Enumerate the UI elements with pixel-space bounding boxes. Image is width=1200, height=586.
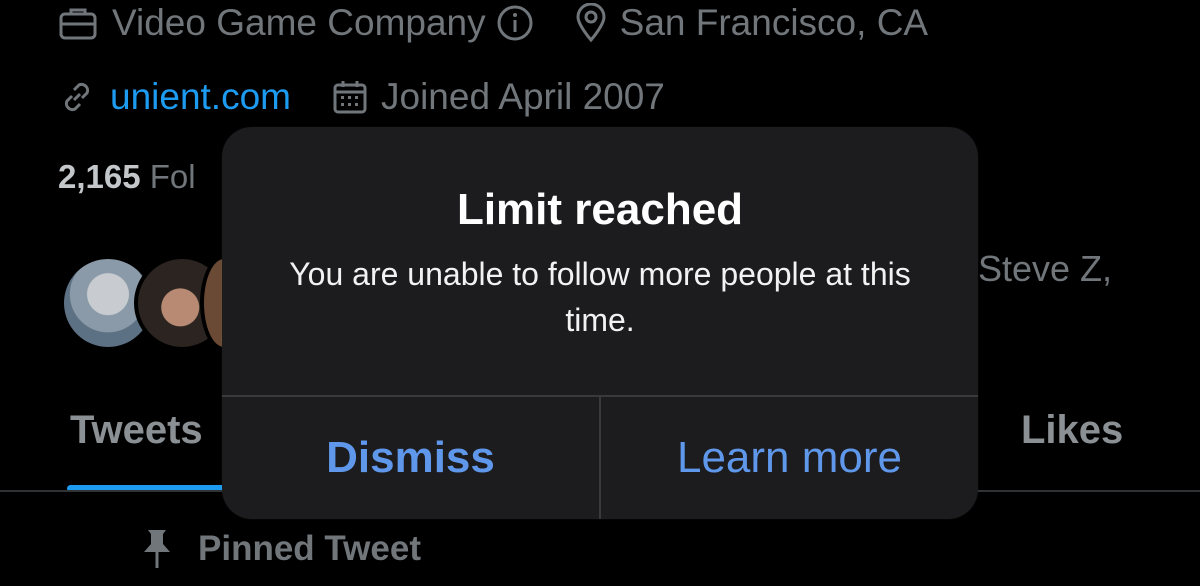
learn-more-button[interactable]: Learn more bbox=[601, 397, 978, 519]
profile-location: San Francisco, CA bbox=[619, 2, 929, 43]
profile-joined-date: Joined April 2007 bbox=[381, 76, 665, 117]
alert-message: You are unable to follow more people at … bbox=[289, 256, 911, 338]
pin-icon bbox=[140, 528, 174, 570]
profile-meta-row-1: Video Game Company San Francisco, CA bbox=[58, 0, 928, 46]
followed-by-avatars[interactable] bbox=[60, 255, 248, 351]
pinned-tweet-label: Pinned Tweet bbox=[198, 529, 421, 568]
briefcase-icon bbox=[58, 5, 98, 41]
followed-by-text: Steve Z, bbox=[978, 248, 1113, 289]
tab-tweets[interactable]: Tweets bbox=[70, 408, 203, 453]
location-pin-icon bbox=[574, 3, 608, 43]
tab-likes[interactable]: Likes bbox=[1021, 408, 1123, 453]
dismiss-button[interactable]: Dismiss bbox=[222, 397, 599, 519]
info-icon[interactable] bbox=[496, 4, 534, 42]
link-icon bbox=[58, 78, 96, 116]
followers-stat[interactable]: 2,165 Fol bbox=[58, 158, 196, 196]
profile-category: Video Game Company bbox=[112, 2, 486, 43]
calendar-icon bbox=[331, 78, 369, 116]
profile-website-link[interactable]: unient.com bbox=[110, 76, 291, 118]
alert-title: Limit reached bbox=[456, 185, 744, 234]
profile-meta-row-2: unient.com Joined April 2007 bbox=[58, 74, 665, 120]
followers-label: Fol bbox=[149, 158, 196, 195]
pinned-tweet-header: Pinned Tweet bbox=[140, 528, 421, 570]
followers-count: 2,165 bbox=[58, 158, 141, 195]
limit-reached-alert: Limit reached You are unable to follow m… bbox=[222, 127, 978, 519]
alert-body: Limit reached You are unable to follow m… bbox=[222, 127, 978, 395]
